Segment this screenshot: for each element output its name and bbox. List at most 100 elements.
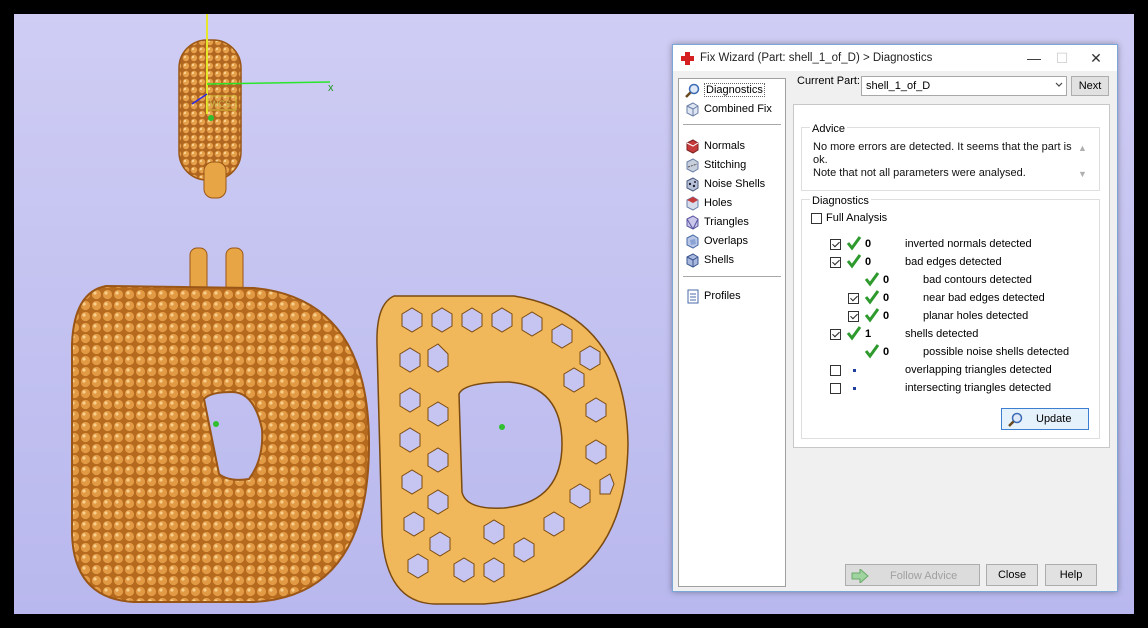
nav-label-normals: Normals <box>704 140 745 152</box>
nav-label-holes: Holes <box>704 197 733 209</box>
close-window-button[interactable]: ✕ <box>1081 47 1111 69</box>
shells-count: 1 <box>865 328 872 340</box>
magnifier-icon <box>1008 412 1023 427</box>
shells-checkbox[interactable] <box>830 329 841 340</box>
nav-item-overlaps[interactable]: Overlaps <box>685 232 748 250</box>
planar-holes-checkbox[interactable] <box>848 311 859 322</box>
nav-label-triangles: Triangles <box>704 216 749 228</box>
normals-icon <box>686 138 699 154</box>
green-check-icon <box>846 236 862 251</box>
holes-icon <box>686 195 699 211</box>
bullet-icon <box>853 369 856 372</box>
nav-label-stitching: Stitching <box>704 159 747 171</box>
advice-text: No more errors are detected. It seems th… <box>813 141 1083 180</box>
nav-item-diagnostics[interactable]: Diagnostics <box>685 81 765 99</box>
nav-separator <box>683 276 781 277</box>
dialog-titlebar[interactable]: Fix Wizard (Part: shell_1_of_D) > Diagno… <box>673 45 1117 71</box>
nav-item-combined-fix[interactable]: Combined Fix <box>685 100 772 118</box>
planar-holes-count: 0 <box>883 310 890 322</box>
scroll-down-arrow[interactable]: ▼ <box>1078 169 1087 179</box>
planar-holes-label: planar holes detected <box>923 310 1029 322</box>
shells-icon <box>686 252 699 268</box>
green-check-icon <box>864 344 880 359</box>
scroll-up-arrow[interactable]: ▲ <box>1078 143 1087 153</box>
nav-label-overlaps: Overlaps <box>704 235 749 247</box>
full-analysis-checkbox[interactable] <box>811 213 822 224</box>
intersecting-triangles-checkbox[interactable] <box>830 383 841 394</box>
close-button[interactable]: Close <box>986 564 1038 586</box>
inverted-normals-count: 0 <box>865 238 872 250</box>
help-button[interactable]: Help <box>1045 564 1097 586</box>
bad-contours-label: bad contours detected <box>923 274 1032 286</box>
bad-contours-count: 0 <box>883 274 890 286</box>
current-part-value: shell_1_of_D <box>866 80 931 92</box>
nav-item-normals[interactable]: Normals <box>685 137 745 155</box>
dialog-title: Fix Wizard (Part: shell_1_of_D) > Diagno… <box>700 52 933 64</box>
current-part-label: Current Part: <box>797 75 860 87</box>
next-button[interactable]: Next <box>1071 76 1109 96</box>
triangles-icon <box>686 214 699 230</box>
red-cross-icon <box>681 52 694 65</box>
full-analysis-label: Full Analysis <box>826 212 888 224</box>
inverted-normals-checkbox[interactable] <box>830 239 841 250</box>
advice-line-1: No more errors are detected. It seems th… <box>813 141 1072 166</box>
nav-item-triangles[interactable]: Triangles <box>685 213 749 231</box>
overlapping-triangles-label: overlapping triangles detected <box>905 364 1052 376</box>
near-bad-edges-checkbox[interactable] <box>848 293 859 304</box>
wizard-nav: Diagnostics Combined Fix Normals Stitchi… <box>678 78 786 587</box>
nav-item-noise-shells[interactable]: Noise Shells <box>685 175 765 193</box>
advice-title: Advice <box>810 123 848 135</box>
nav-item-shells[interactable]: Shells <box>685 251 734 269</box>
shells-label: shells detected <box>905 328 979 340</box>
noise-shells-label: possible noise shells detected <box>923 346 1070 358</box>
nav-label-shells: Shells <box>704 254 734 266</box>
fix-wizard-dialog: Fix Wizard (Part: shell_1_of_D) > Diagno… <box>672 44 1118 592</box>
pivot-marker-2 <box>499 424 505 430</box>
nav-separator <box>683 124 781 125</box>
current-part-dropdown[interactable]: shell_1_of_D <box>861 76 1067 96</box>
update-label: Update <box>1036 413 1072 425</box>
wcs-label: WCS <box>210 99 231 109</box>
green-check-icon <box>846 254 862 269</box>
follow-advice-label: Follow Advice <box>890 570 958 582</box>
nav-label-diagnostics: Diagnostics <box>704 83 765 97</box>
bullet-icon <box>853 387 856 390</box>
bad-edges-label: bad edges detected <box>905 256 1002 268</box>
origin-marker <box>208 115 214 121</box>
stitching-icon <box>686 157 699 173</box>
near-bad-edges-label: near bad edges detected <box>923 292 1045 304</box>
cube-icon <box>686 101 699 117</box>
intersecting-triangles-label: intersecting triangles detected <box>905 382 1052 394</box>
nav-label-noise-shells: Noise Shells <box>704 178 766 190</box>
magnifier-icon <box>685 83 700 98</box>
noise-shells-count: 0 <box>883 346 890 358</box>
nav-item-holes[interactable]: Holes <box>685 194 732 212</box>
green-check-icon <box>864 290 880 305</box>
nav-item-stitching[interactable]: Stitching <box>685 156 746 174</box>
maximize-button[interactable]: ☐ <box>1047 47 1077 69</box>
noise-shells-icon <box>686 176 699 192</box>
overlaps-icon <box>686 233 699 249</box>
nav-item-profiles[interactable]: Profiles <box>685 287 741 305</box>
diagnostics-title: Diagnostics <box>810 195 871 207</box>
nav-label-combined-fix: Combined Fix <box>704 103 772 115</box>
filigree-d-model <box>376 295 629 605</box>
green-check-icon <box>864 272 880 287</box>
chevron-down-icon <box>1055 82 1063 87</box>
green-check-icon <box>846 326 862 341</box>
overlapping-triangles-checkbox[interactable] <box>830 365 841 376</box>
document-icon <box>687 289 699 303</box>
bad-edges-count: 0 <box>865 256 872 268</box>
arrow-right-icon <box>851 569 869 583</box>
nav-label-profiles: Profiles <box>704 290 741 302</box>
follow-advice-button[interactable]: Follow Advice <box>845 564 980 586</box>
green-check-icon <box>864 308 880 323</box>
inverted-normals-label: inverted normals detected <box>905 238 1032 250</box>
advice-line-2: Note that not all parameters were analys… <box>813 167 1026 179</box>
x-axis-label: x <box>328 82 334 94</box>
near-bad-edges-count: 0 <box>883 292 890 304</box>
update-button[interactable]: Update <box>1001 408 1089 430</box>
minimize-button[interactable]: — <box>1019 47 1049 69</box>
bad-edges-checkbox[interactable] <box>830 257 841 268</box>
pivot-marker <box>213 421 219 427</box>
